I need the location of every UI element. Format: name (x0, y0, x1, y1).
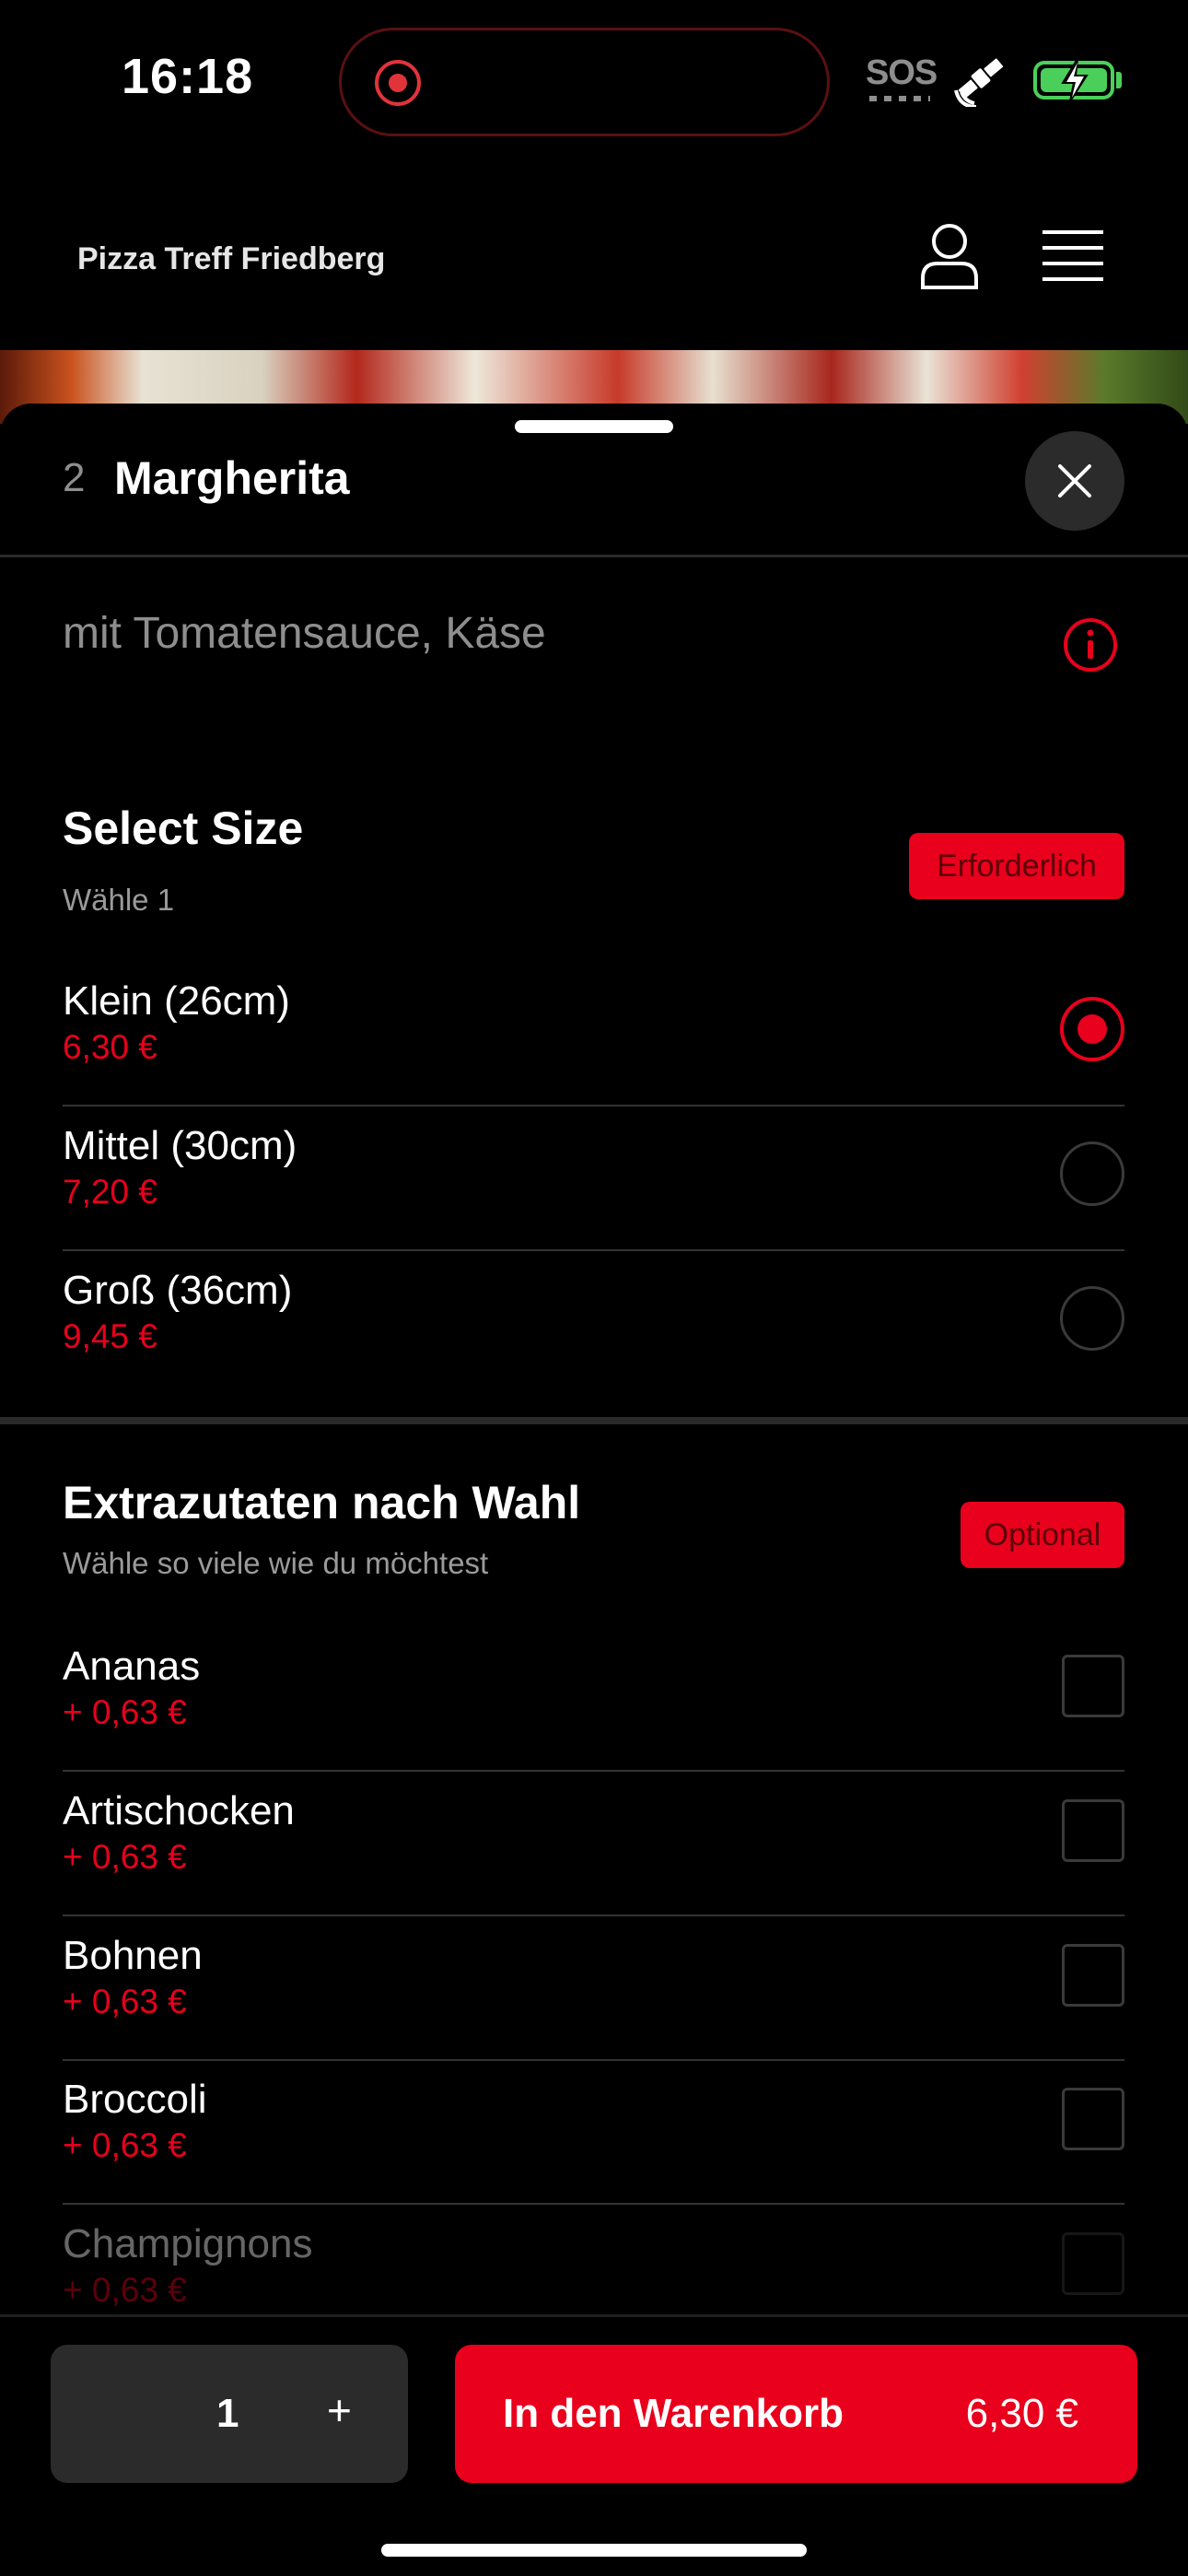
checkbox[interactable] (1062, 1799, 1124, 1862)
divider (0, 555, 1188, 557)
dynamic-island (339, 28, 830, 136)
recording-icon (375, 60, 421, 106)
status-time: 16:18 (122, 49, 254, 104)
home-indicator[interactable] (381, 2544, 807, 2557)
extra-option[interactable]: Ananas + 0,63 € (63, 1627, 1124, 1772)
item-sheet: 2 Margherita mit Tomatensauce, Käse Sele… (0, 404, 1188, 2576)
item-number: 2 (63, 455, 86, 500)
radio-unselected[interactable] (1060, 1286, 1124, 1351)
close-button[interactable] (1025, 431, 1124, 531)
option-price: 9,45 € (63, 1317, 157, 1355)
extras-section-title: Extrazutaten nach Wahl (63, 1477, 581, 1528)
option-price: 6,30 € (63, 1028, 157, 1066)
user-icon[interactable] (917, 221, 982, 291)
option-name: Groß (36cm) (63, 1268, 293, 1313)
info-icon[interactable] (1063, 617, 1118, 673)
size-section-subtitle: Wähle 1 (63, 883, 175, 917)
add-to-cart-button[interactable]: In den Warenkorb 6,30 € (455, 2345, 1137, 2483)
radio-unselected[interactable] (1060, 1142, 1124, 1206)
section-divider (0, 1417, 1188, 1424)
size-option[interactable]: Klein (26cm) 6,30 € (63, 962, 1124, 1107)
size-option[interactable]: Mittel (30cm) 7,20 € (63, 1107, 1124, 1251)
app-header: Pizza Treff Friedberg (0, 184, 1188, 350)
option-price: 7,20 € (63, 1173, 157, 1211)
option-price: + 0,63 € (63, 1983, 187, 2020)
increment-button[interactable]: + (327, 2385, 352, 2435)
checkbox[interactable] (1062, 2088, 1124, 2150)
size-section-title: Select Size (63, 802, 304, 854)
signal-dots-icon (869, 96, 930, 101)
close-icon (1058, 464, 1091, 498)
battery-icon (1033, 58, 1114, 102)
size-option[interactable]: Groß (36cm) 9,45 € (63, 1251, 1124, 1396)
extra-option[interactable]: Broccoli + 0,63 € (63, 2060, 1124, 2205)
quantity-value: 1 (216, 2391, 239, 2436)
extra-option[interactable]: Artischocken + 0,63 € (63, 1772, 1124, 1916)
checkbox[interactable] (1062, 1944, 1124, 2007)
checkbox[interactable] (1062, 1655, 1124, 1717)
option-price: + 0,63 € (63, 1838, 187, 1876)
option-price: + 0,63 € (63, 2126, 187, 2164)
add-to-cart-label: In den Warenkorb (503, 2391, 844, 2436)
option-name: Broccoli (63, 2077, 207, 2122)
quantity-stepper: 1 + (51, 2345, 408, 2483)
option-name: Mittel (30cm) (63, 1123, 297, 1168)
bottom-action-bar: 1 + In den Warenkorb 6,30 € (0, 2314, 1188, 2576)
option-name: Klein (26cm) (63, 978, 290, 1024)
option-name: Bohnen (63, 1933, 203, 1978)
radio-selected[interactable] (1060, 997, 1124, 1061)
sheet-grabber[interactable] (515, 420, 673, 433)
required-badge: Erforderlich (909, 833, 1124, 899)
option-price: + 0,63 € (63, 1693, 187, 1731)
checkbox[interactable] (1062, 2232, 1124, 2295)
restaurant-name[interactable]: Pizza Treff Friedberg (77, 241, 385, 277)
extra-option[interactable]: Bohnen + 0,63 € (63, 1916, 1124, 2061)
option-name: Ananas (63, 1644, 201, 1689)
menu-icon[interactable] (1041, 228, 1105, 284)
option-price: + 0,63 € (63, 2271, 187, 2309)
item-title: Margherita (114, 452, 350, 504)
sos-indicator: SOS (866, 53, 938, 92)
extras-section-subtitle: Wähle so viele wie du möchtest (63, 1546, 489, 1580)
cart-total-price: 6,30 € (965, 2391, 1078, 2436)
satellite-icon (954, 58, 1004, 107)
status-bar: 16:18 SOS (0, 0, 1188, 157)
battery-tip (1116, 72, 1122, 88)
item-description: mit Tomatensauce, Käse (63, 609, 546, 658)
option-name: Champignons (63, 2221, 313, 2266)
optional-badge: Optional (961, 1502, 1124, 1568)
option-name: Artischocken (63, 1788, 295, 1833)
